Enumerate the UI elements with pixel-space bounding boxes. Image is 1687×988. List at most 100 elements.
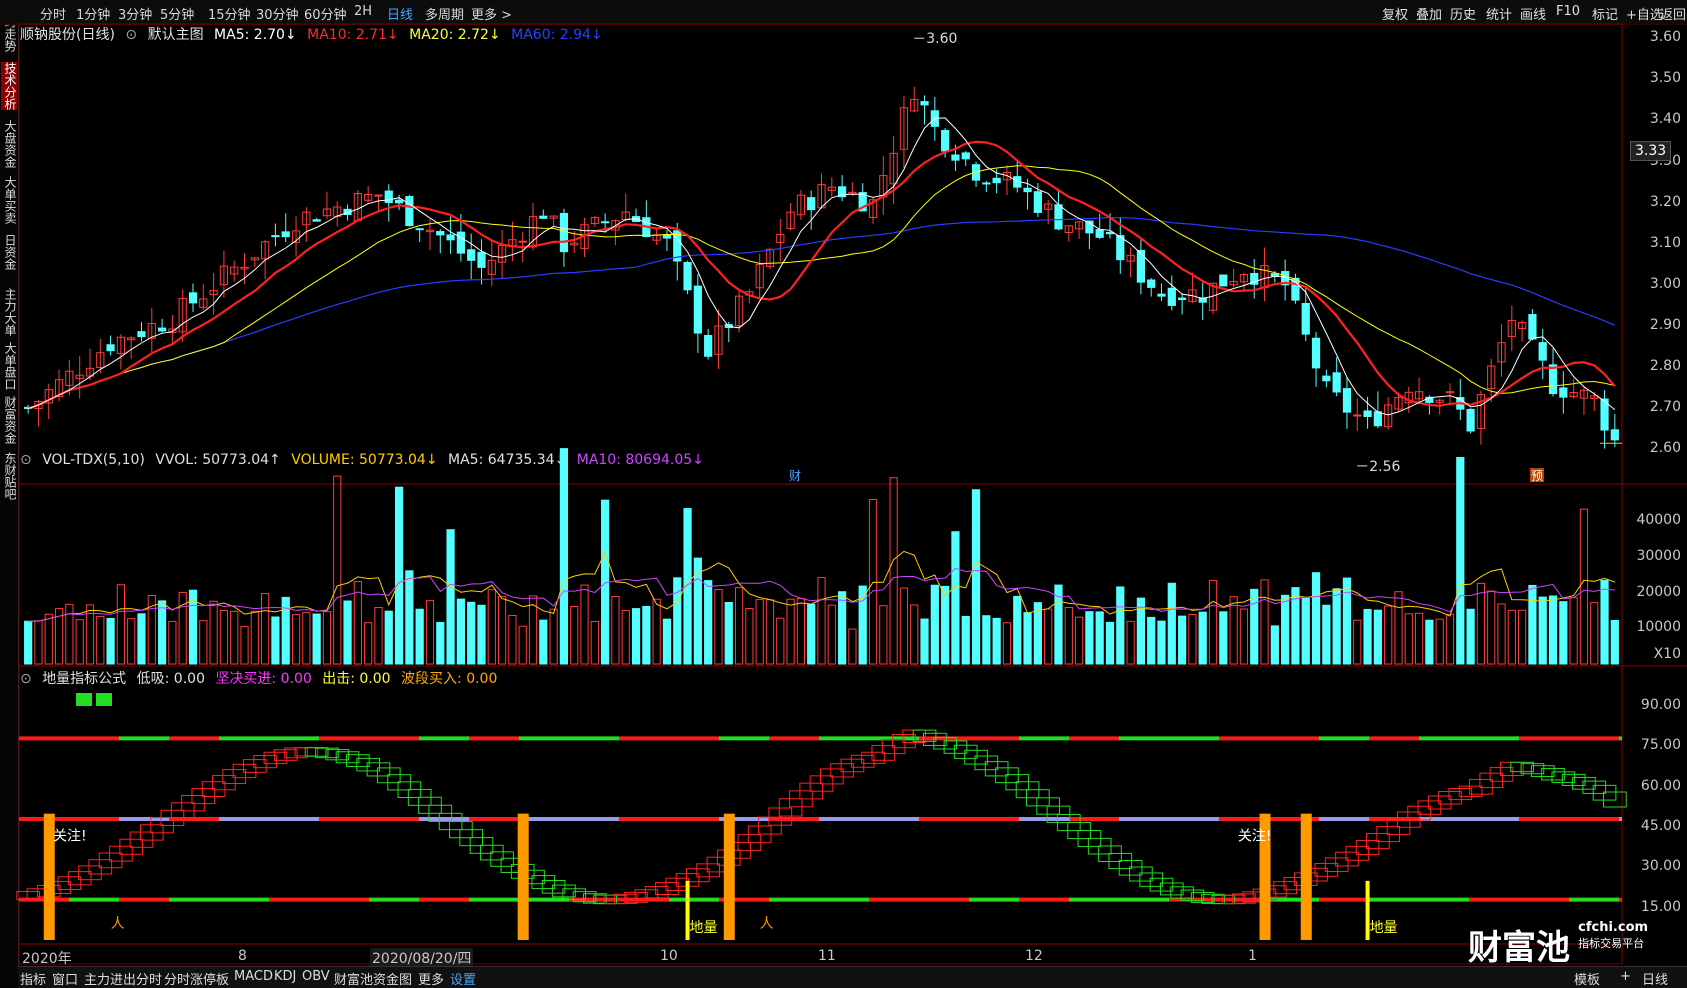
oscillator-box	[1603, 791, 1627, 808]
bottom-right-0[interactable]: 模板	[1574, 969, 1600, 988]
volume-bar	[1569, 597, 1578, 665]
volume-bar	[889, 477, 898, 665]
volume-bar	[899, 587, 909, 665]
volume-bar	[1548, 595, 1558, 665]
bottom-tab-0[interactable]: 指标	[20, 969, 46, 988]
volume-tick: 30000	[1636, 548, 1681, 565]
candle-body	[281, 231, 290, 238]
volume-bar	[724, 601, 733, 665]
candle-body	[539, 215, 548, 219]
volume-bar	[1270, 625, 1279, 665]
volume-bar	[693, 557, 702, 665]
volume-bar	[951, 531, 960, 665]
oscillator-box	[253, 755, 277, 769]
volume-bar	[1239, 608, 1249, 665]
volume-bar	[44, 613, 53, 665]
diliang-label: 地量	[1370, 920, 1398, 936]
high-label: 3.60	[926, 31, 957, 47]
volume-bar	[1425, 619, 1434, 665]
volume-bar	[1404, 613, 1413, 665]
bottom-right-1[interactable]: +	[1620, 969, 1631, 984]
volume-bar	[971, 489, 981, 665]
oscillator-box	[232, 763, 257, 779]
volume-bar	[219, 609, 229, 665]
chart-canvas[interactable]: 3.60 2.56 财 预 地量 地量 关注! 关注! 人 人	[0, 0, 1687, 987]
candle-body	[157, 327, 167, 332]
volume-bar	[518, 625, 527, 665]
bottom-right-2[interactable]: 日线	[1642, 969, 1668, 988]
bottom-tab-5[interactable]: KDJ	[274, 969, 296, 984]
volume-bar	[394, 486, 404, 665]
price-tick: 3.10	[1649, 234, 1681, 251]
candle-body	[1178, 297, 1187, 301]
candle-body	[1033, 191, 1042, 213]
candle-body	[1373, 411, 1382, 427]
volume-bar	[992, 617, 1001, 665]
volume-bar	[776, 617, 785, 665]
oscillator-box	[943, 740, 968, 754]
volume-bar	[879, 605, 888, 665]
volume-bar	[1116, 586, 1125, 665]
volume-bar	[848, 628, 857, 665]
volume-bar	[425, 600, 435, 665]
oscillator-box	[1561, 773, 1586, 787]
candle-body	[188, 292, 198, 304]
volume-bar	[116, 584, 125, 665]
price-tick: 2.80	[1649, 358, 1681, 375]
volume-bar	[1178, 615, 1187, 665]
candle-body	[1538, 342, 1547, 361]
bottom-tab-9[interactable]: 设置	[450, 969, 476, 988]
bottom-tab-1[interactable]: 窗口	[52, 969, 78, 988]
oscillator-box	[294, 747, 319, 757]
bottom-tab-8[interactable]: 更多	[418, 969, 444, 988]
oscillator-box	[1448, 788, 1473, 801]
candle-body	[1301, 302, 1310, 335]
bottom-tab-2[interactable]: 主力进出分时	[84, 969, 162, 988]
cai-marker: 财	[789, 469, 801, 483]
bottom-tab-3[interactable]: 分时涨停板	[164, 969, 229, 988]
oscillator-box	[665, 877, 690, 892]
volume-bar	[487, 589, 496, 665]
indicator-tick: 15.00	[1640, 898, 1681, 915]
volume-bar	[415, 608, 424, 665]
volume-bar	[631, 608, 641, 665]
candle-body	[271, 235, 280, 238]
volume-bar	[1332, 588, 1341, 665]
bottom-tab-6[interactable]: OBV	[302, 969, 330, 984]
volume-bar	[642, 605, 651, 665]
candle-body	[683, 261, 692, 291]
candle-body	[1363, 410, 1372, 417]
oscillator-box	[1345, 845, 1370, 861]
volume-bar	[1590, 602, 1599, 665]
volume-bar	[1559, 601, 1568, 665]
oscillator-box	[273, 749, 298, 761]
volume-bar	[745, 608, 754, 665]
oscillator-box	[1335, 851, 1359, 867]
volume-bar	[1311, 572, 1321, 665]
candle-body	[456, 231, 465, 254]
oscillator-box	[1149, 877, 1174, 892]
oscillator-box	[984, 761, 1009, 777]
volume-bar	[96, 615, 105, 665]
volume-bar	[570, 605, 579, 665]
volume-bar	[1002, 622, 1012, 665]
volume-bar	[1229, 596, 1238, 665]
signal-column	[723, 813, 735, 940]
volume-unit: X10	[1653, 646, 1681, 662]
candle-body	[1023, 187, 1032, 193]
volume-axis: 40000 30000 20000 10000 X10	[1624, 484, 1687, 666]
oscillator-box	[1489, 766, 1514, 782]
oscillator-box	[346, 754, 370, 767]
bottom-tab-7[interactable]: 财富池资金图	[334, 969, 412, 988]
price-tick: 3.20	[1649, 193, 1681, 210]
volume-bar	[1414, 612, 1424, 665]
oscillator-box	[1129, 866, 1153, 882]
signal-column	[1300, 813, 1312, 940]
oscillator-box	[201, 781, 226, 798]
volume-bar	[1033, 602, 1042, 665]
date-label: 12	[1025, 948, 1043, 964]
oscillator-box	[1273, 881, 1297, 895]
bottom-tab-4[interactable]: MACD	[234, 969, 273, 984]
volume-bar	[1610, 620, 1619, 665]
oscillator-box	[263, 751, 288, 765]
